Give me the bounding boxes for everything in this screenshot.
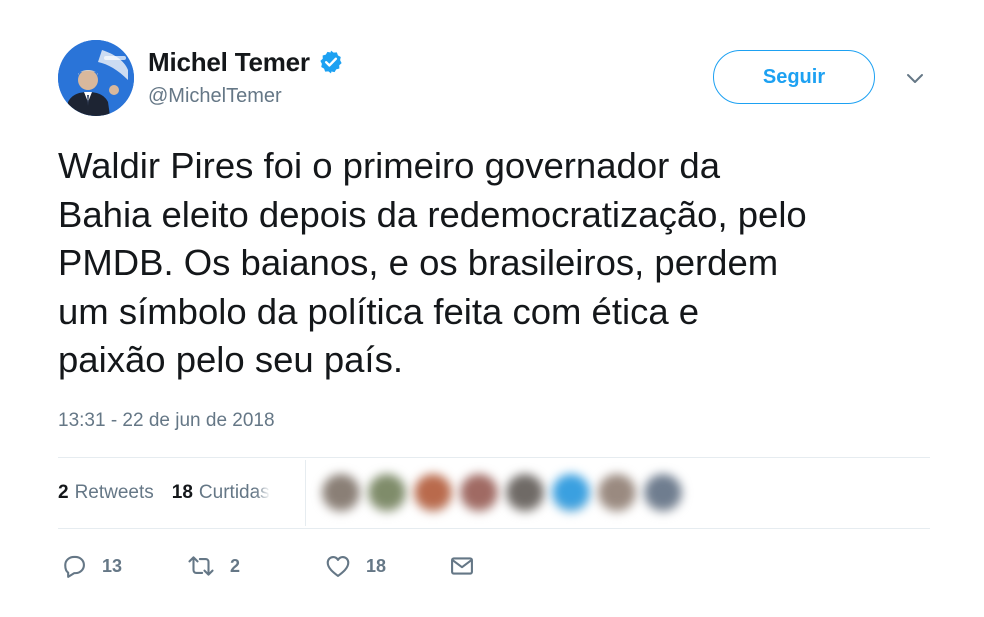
likes-stat-label: Curtidas <box>198 482 270 503</box>
retweet-icon <box>186 552 216 580</box>
retweet-count: 2 <box>230 555 241 576</box>
tweet-actions: 13 2 18 <box>60 550 476 582</box>
likes-stat[interactable]: 18 Curtidas <box>172 482 270 504</box>
like-button[interactable]: 18 <box>324 552 448 580</box>
liker-avatar[interactable] <box>460 474 498 512</box>
direct-message-icon <box>448 552 476 580</box>
liker-avatar[interactable] <box>414 474 452 512</box>
divider-bottom <box>58 528 930 529</box>
author-name-row: Michel Temer <box>148 45 344 79</box>
follow-button[interactable]: Seguir <box>713 50 875 104</box>
divider-top <box>58 457 930 458</box>
tweet-text: Waldir Pires foi o primeiro governador d… <box>58 145 807 380</box>
tweet-timestamp[interactable]: 13:31 - 22 de jun de 2018 <box>58 410 275 432</box>
author-name[interactable]: Michel Temer <box>148 47 310 78</box>
retweets-stat[interactable]: 2 Retweets <box>58 482 154 504</box>
liker-avatar[interactable] <box>644 474 682 512</box>
retweets-stat-label: Retweets <box>74 482 154 503</box>
liker-avatar[interactable] <box>506 474 544 512</box>
tweet-header: Michel Temer @MichelTemer Seguir <box>58 40 938 120</box>
avatar[interactable] <box>58 40 134 116</box>
avatar-portrait-icon <box>58 40 134 116</box>
reply-icon <box>60 552 88 580</box>
likers-avatars <box>322 474 690 512</box>
liker-avatar[interactable] <box>552 474 590 512</box>
retweet-button[interactable]: 2 <box>186 552 324 580</box>
liker-avatar[interactable] <box>598 474 636 512</box>
heart-icon <box>324 552 352 580</box>
tweet-card: Michel Temer @MichelTemer Seguir Waldir … <box>0 0 984 617</box>
liker-avatar[interactable] <box>368 474 406 512</box>
verified-badge-icon <box>318 49 344 75</box>
direct-message-button[interactable] <box>448 552 476 580</box>
liker-avatar[interactable] <box>322 474 360 512</box>
retweets-stat-count: 2 <box>58 482 69 503</box>
stats-separator <box>305 460 306 526</box>
like-count: 18 <box>366 555 387 576</box>
likes-stat-count: 18 <box>171 482 193 503</box>
author-handle[interactable]: @MichelTemer <box>148 85 282 108</box>
chevron-down-icon[interactable] <box>903 66 927 90</box>
reply-button[interactable]: 13 <box>60 552 186 580</box>
tweet-stats: 2 Retweets 18 Curtidas <box>58 478 288 508</box>
reply-count: 13 <box>102 555 123 576</box>
